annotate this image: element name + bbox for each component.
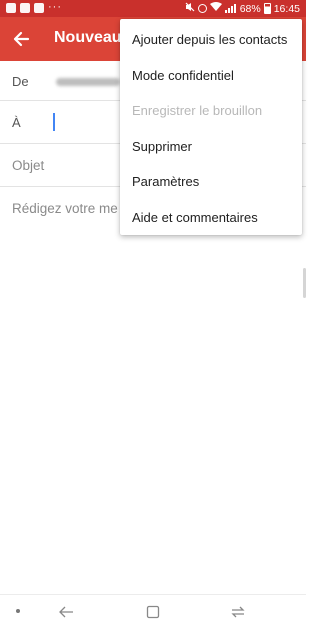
to-label: À [12,115,21,130]
nav-recents-button[interactable] [228,602,248,622]
menu-item-settings[interactable]: Paramètres [120,164,302,200]
navigation-bar [0,594,306,628]
menu-item-help-feedback[interactable]: Aide et commentaires [120,200,302,236]
wifi-icon [209,2,222,15]
back-button[interactable] [8,26,34,52]
dot-icon [16,609,20,613]
subject-placeholder: Objet [12,158,45,173]
nav-back-button[interactable] [56,602,76,622]
status-bar: ··· 68% 16:45 [0,0,306,17]
system-icons: 68% 16:45 [185,2,300,15]
more-dots-icon: ··· [48,1,62,13]
youtube-icon [34,2,44,13]
clock: 16:45 [273,2,300,15]
battery-percent: 68% [239,2,261,15]
gallery-icon [6,2,16,13]
notification-icons: ··· [6,2,62,13]
home-square-icon [146,605,160,619]
nav-home-button[interactable] [143,602,163,622]
from-label: De [12,74,29,89]
scrollbar [303,268,306,298]
menu-item-confidential-mode[interactable]: Mode confidentiel [120,58,302,94]
signal-icon [224,4,237,13]
menu-item-save-draft: Enregistrer le brouillon [132,103,263,119]
back-nav-icon [59,606,73,618]
body-placeholder: Rédigez votre me [12,201,118,216]
facebook-icon [20,2,30,13]
overflow-menu: Ajouter depuis les contacts Mode confide… [120,19,302,235]
battery-icon [263,3,271,14]
menu-item-add-from-contacts[interactable]: Ajouter depuis les contacts [120,22,302,58]
mute-icon [185,2,195,15]
arrow-left-icon [13,31,30,47]
menu-item-delete[interactable]: Supprimer [120,129,302,165]
sender-address-redacted [56,78,120,86]
text-cursor [53,113,55,131]
alarm-icon [197,4,207,13]
recents-icon [231,606,245,618]
